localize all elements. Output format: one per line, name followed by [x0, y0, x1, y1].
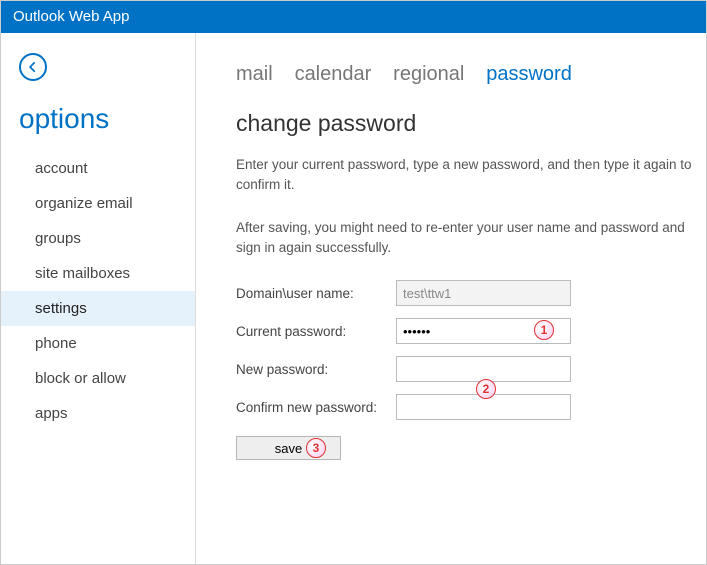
- callout-marker-2: 2: [476, 379, 496, 399]
- sidebar-item-label: account: [35, 160, 88, 177]
- back-button[interactable]: [19, 53, 47, 81]
- sidebar-item-apps[interactable]: apps: [1, 396, 195, 431]
- content-area: options account organize email groups si…: [1, 33, 706, 564]
- sidebar-item-label: apps: [35, 405, 68, 422]
- sidebar-item-organize-email[interactable]: organize email: [1, 186, 195, 221]
- page-description-2: After saving, you might need to re-enter…: [236, 218, 706, 259]
- sidebar-item-label: organize email: [35, 195, 133, 212]
- tabs: mail calendar regional password: [236, 63, 706, 86]
- sidebar-item-label: groups: [35, 230, 81, 247]
- domain-label: Domain\user name:: [236, 286, 396, 301]
- sidebar-item-settings[interactable]: settings: [1, 291, 195, 326]
- tab-calendar[interactable]: calendar: [295, 63, 372, 85]
- sidebar-item-groups[interactable]: groups: [1, 221, 195, 256]
- tab-regional[interactable]: regional: [393, 63, 464, 85]
- main-panel: mail calendar regional password change p…: [196, 33, 706, 564]
- sidebar-nav: account organize email groups site mailb…: [19, 151, 195, 431]
- sidebar-item-site-mailboxes[interactable]: site mailboxes: [1, 256, 195, 291]
- sidebar-item-label: settings: [35, 300, 87, 317]
- sidebar-item-phone[interactable]: phone: [1, 326, 195, 361]
- row-domain: Domain\user name:: [236, 280, 706, 306]
- sidebar-item-block-or-allow[interactable]: block or allow: [1, 361, 195, 396]
- options-heading: options: [19, 103, 195, 135]
- row-save: save 3: [236, 436, 706, 460]
- sidebar: options account organize email groups si…: [1, 33, 196, 564]
- sidebar-item-label: block or allow: [35, 370, 126, 387]
- page-description-1: Enter your current password, type a new …: [236, 155, 706, 196]
- app-titlebar: Outlook Web App: [1, 1, 706, 33]
- sidebar-item-label: phone: [35, 335, 77, 352]
- arrow-left-icon: [26, 60, 40, 74]
- page-heading: change password: [236, 110, 706, 137]
- confirm-password-label: Confirm new password:: [236, 400, 396, 415]
- password-form: Domain\user name: Current password: 1 Ne…: [236, 280, 706, 460]
- sidebar-item-label: site mailboxes: [35, 265, 130, 282]
- sidebar-item-account[interactable]: account: [1, 151, 195, 186]
- callout-marker-3: 3: [306, 438, 326, 458]
- row-new-password: New password:: [236, 356, 706, 382]
- app-title: Outlook Web App: [13, 8, 129, 25]
- row-confirm-password: Confirm new password: 2: [236, 394, 706, 420]
- row-current-password: Current password: 1: [236, 318, 706, 344]
- new-password-label: New password:: [236, 362, 396, 377]
- new-password-input[interactable]: [396, 356, 571, 382]
- callout-marker-1: 1: [534, 320, 554, 340]
- tab-mail[interactable]: mail: [236, 63, 273, 85]
- tab-password[interactable]: password: [486, 63, 572, 85]
- domain-input: [396, 280, 571, 306]
- current-password-label: Current password:: [236, 324, 396, 339]
